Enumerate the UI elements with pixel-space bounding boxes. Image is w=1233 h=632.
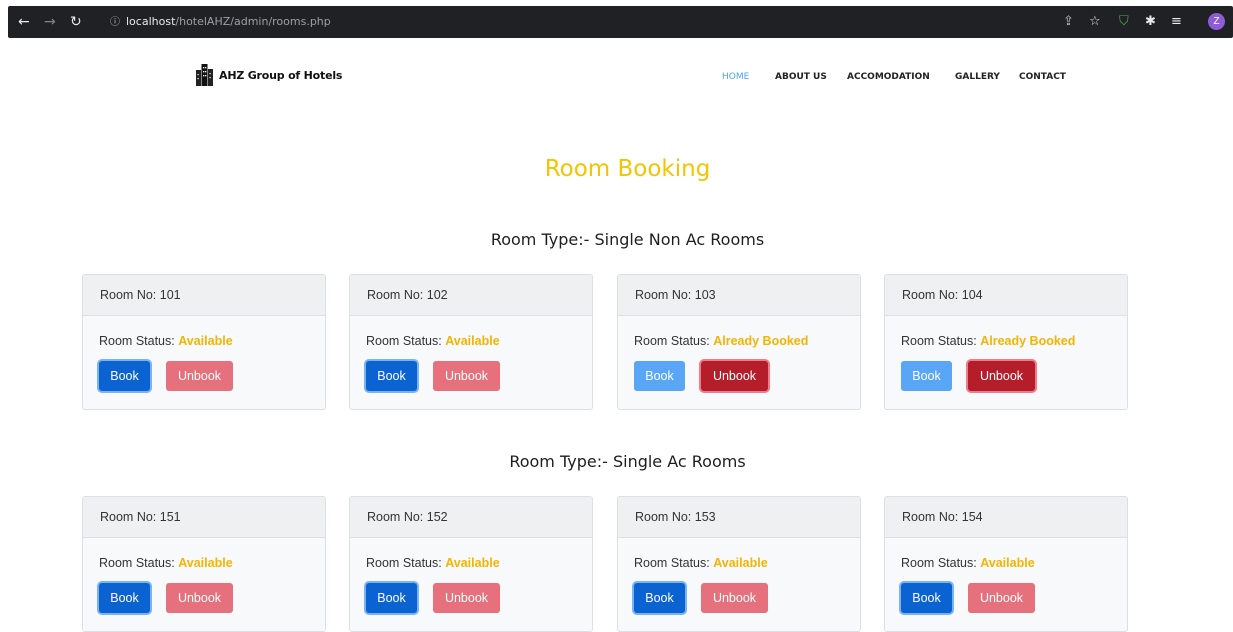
- room-card-103: Room No: 103 Room Status: Already Booked…: [617, 274, 861, 410]
- room-status: Room Status: Available: [99, 556, 233, 570]
- status-value: Available: [445, 334, 500, 348]
- status-value: Available: [713, 556, 768, 570]
- reading-list-icon[interactable]: ≡: [1171, 15, 1182, 29]
- hotel-building-icon: [196, 64, 213, 86]
- status-value: Available: [178, 334, 233, 348]
- nav-accomodation[interactable]: ACCOMODATION: [847, 72, 930, 82]
- url-host: localhost: [126, 15, 176, 28]
- room-number: Room No: 103: [618, 275, 860, 316]
- status-value: Available: [445, 556, 500, 570]
- book-button[interactable]: Book: [901, 361, 952, 391]
- back-icon[interactable]: ←: [18, 15, 30, 29]
- room-status: Room Status: Already Booked: [901, 334, 1076, 348]
- profile-avatar[interactable]: Z: [1208, 13, 1225, 30]
- room-status: Room Status: Available: [901, 556, 1035, 570]
- address-bar[interactable]: ⓘ localhost/hotelAHZ/admin/rooms.php: [110, 11, 1190, 33]
- room-number: Room No: 154: [885, 497, 1127, 538]
- status-value: Already Booked: [980, 334, 1076, 348]
- reload-icon[interactable]: ↻: [70, 15, 82, 29]
- browser-chrome: ← → ↻ ⓘ localhost/hotelAHZ/admin/rooms.ph…: [0, 0, 1233, 38]
- unbook-button[interactable]: Unbook: [433, 361, 500, 391]
- book-button[interactable]: Book: [634, 361, 685, 391]
- section-heading-single-non-ac: Room Type:- Single Non Ac Rooms: [490, 230, 765, 249]
- unbook-button[interactable]: Unbook: [166, 583, 233, 613]
- room-number: Room No: 152: [350, 497, 592, 538]
- unbook-button[interactable]: Unbook: [166, 361, 233, 391]
- browser-toolbar: ← → ↻ ⓘ localhost/hotelAHZ/admin/rooms.ph…: [8, 6, 1233, 38]
- book-button[interactable]: Book: [634, 583, 685, 613]
- room-status: Room Status: Available: [99, 334, 233, 348]
- unbook-button[interactable]: Unbook: [701, 583, 768, 613]
- status-value: Already Booked: [713, 334, 809, 348]
- page-title: Room Booking: [544, 156, 711, 182]
- room-card-151: Room No: 151 Room Status: Available Book…: [82, 496, 326, 632]
- book-button[interactable]: Book: [366, 583, 417, 613]
- room-number: Room No: 104: [885, 275, 1127, 316]
- book-button[interactable]: Book: [99, 361, 150, 391]
- status-value: Available: [980, 556, 1035, 570]
- unbook-button[interactable]: Unbook: [433, 583, 500, 613]
- nav-about-us[interactable]: ABOUT US: [775, 72, 827, 82]
- room-status: Room Status: Available: [366, 556, 500, 570]
- extensions-puzzle-icon[interactable]: ✱: [1145, 15, 1156, 29]
- forward-icon[interactable]: →: [44, 15, 56, 29]
- room-status: Room Status: Available: [366, 334, 500, 348]
- room-card-152: Room No: 152 Room Status: Available Book…: [349, 496, 593, 632]
- room-card-153: Room No: 153 Room Status: Available Book…: [617, 496, 861, 632]
- shield-extension-icon[interactable]: ⛉: [1119, 15, 1129, 29]
- section-heading-single-ac: Room Type:- Single Ac Rooms: [509, 452, 746, 471]
- bookmark-star-icon[interactable]: ☆: [1089, 15, 1101, 29]
- room-status: Room Status: Available: [634, 556, 768, 570]
- share-icon[interactable]: ⇪: [1063, 15, 1074, 29]
- url-path: /hotelAHZ/admin/rooms.php: [175, 15, 331, 28]
- room-number: Room No: 101: [83, 275, 325, 316]
- book-button[interactable]: Book: [366, 361, 417, 391]
- room-number: Room No: 153: [618, 497, 860, 538]
- nav-home[interactable]: HOME: [722, 72, 749, 82]
- room-card-102: Room No: 102 Room Status: Available Book…: [349, 274, 593, 410]
- book-button[interactable]: Book: [99, 583, 150, 613]
- unbook-button[interactable]: Unbook: [701, 361, 768, 391]
- room-card-101: Room No: 101 Room Status: Available Book…: [82, 274, 326, 410]
- room-number: Room No: 102: [350, 275, 592, 316]
- nav-contact[interactable]: CONTACT: [1019, 72, 1066, 82]
- status-value: Available: [178, 556, 233, 570]
- nav-gallery[interactable]: GALLERY: [955, 72, 1000, 82]
- site-info-icon[interactable]: ⓘ: [110, 17, 120, 28]
- unbook-button[interactable]: Unbook: [968, 361, 1035, 391]
- room-card-154: Room No: 154 Room Status: Available Book…: [884, 496, 1128, 632]
- room-status: Room Status: Already Booked: [634, 334, 809, 348]
- unbook-button[interactable]: Unbook: [968, 583, 1035, 613]
- brand-name: AHZ Group of Hotels: [219, 68, 343, 82]
- book-button[interactable]: Book: [901, 583, 952, 613]
- room-number: Room No: 151: [83, 497, 325, 538]
- room-card-104: Room No: 104 Room Status: Already Booked…: [884, 274, 1128, 410]
- brand-logo[interactable]: AHZ Group of Hotels: [195, 64, 342, 86]
